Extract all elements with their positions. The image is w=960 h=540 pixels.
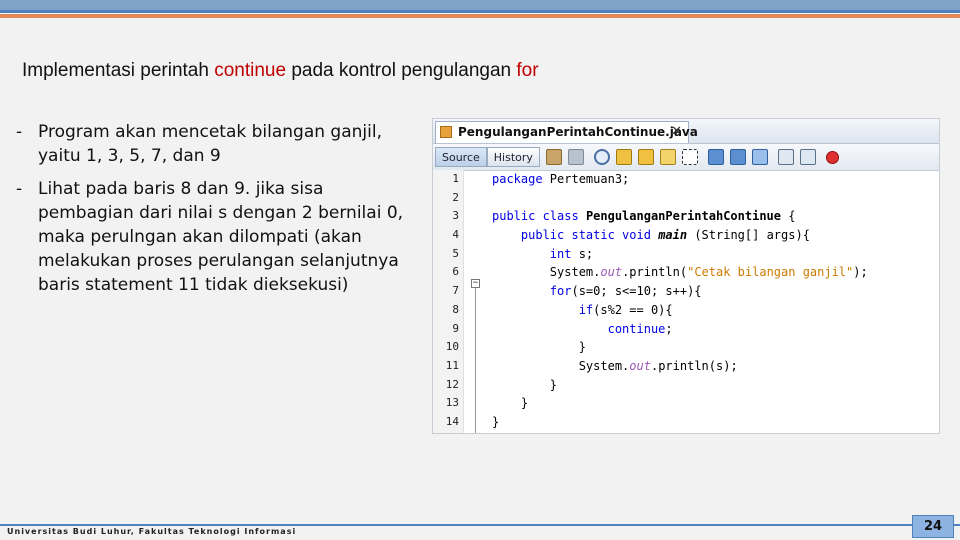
bullet-list: - Program akan mencetak bilangan ganjil,… <box>16 120 424 306</box>
history-tab[interactable]: History <box>486 147 540 167</box>
line-number: 7 <box>452 284 459 298</box>
code-line: 12 } <box>433 376 939 395</box>
title-keyword-for: for <box>516 60 539 81</box>
editor-tab-bar: PengulanganPerintahContinue.java ✕ <box>433 119 939 144</box>
top-blue-line <box>0 10 960 13</box>
line-number: 2 <box>452 190 459 204</box>
toggle-rect-select-icon[interactable] <box>681 149 698 165</box>
code-line: 1 package Pertemuan3; <box>433 170 939 189</box>
title-part-1: Implementasi perintah <box>22 60 215 81</box>
code-line: 4 public static void main (String[] args… <box>433 226 939 245</box>
code-line: 13 } <box>433 394 939 413</box>
toggle-bookmark-icon[interactable] <box>751 149 768 165</box>
code-line: 6 System.out.println("Cetak bilangan gan… <box>433 263 939 282</box>
code-text: } <box>492 396 529 411</box>
code-lines: 1 package Pertemuan3; 2 3 public class Pen… <box>433 170 939 432</box>
line-number: 4 <box>452 228 459 242</box>
title-part-3: pada kontrol pengulangan <box>286 60 517 81</box>
code-line: 2 <box>433 189 939 208</box>
slide-title: Implementasi perintah continue pada kont… <box>22 60 539 82</box>
file-tab-label: PengulanganPerintahContinue.java <box>458 125 698 139</box>
code-text: System.out.println("Cetak bilangan ganji… <box>492 265 868 280</box>
code-text: continue; <box>607 321 673 336</box>
bullet-marker: - <box>16 122 23 142</box>
forward-icon[interactable] <box>567 149 584 165</box>
prev-bookmark-icon[interactable] <box>707 149 724 165</box>
code-line: 10 } <box>433 338 939 357</box>
editor-toolbar: Source History <box>433 144 939 171</box>
code-text: public class PengulanganPerintahContinue… <box>492 209 796 224</box>
code-text: } <box>492 377 558 392</box>
ide-screenshot: PengulanganPerintahContinue.java ✕ Sourc… <box>432 118 940 434</box>
title-keyword-continue: continue <box>214 60 287 81</box>
line-number: 13 <box>445 396 459 410</box>
code-text: System.out.println(s); <box>492 358 738 373</box>
next-occurrence-icon[interactable] <box>637 149 654 165</box>
bullet-text: Lihat pada baris 8 dan 9. jika sisa pemb… <box>38 179 404 295</box>
bullet-item: - Program akan mencetak bilangan ganjil,… <box>16 120 424 168</box>
code-text: public static void main (String[] args){ <box>520 228 810 243</box>
line-number: 1 <box>452 172 459 185</box>
file-tab[interactable]: PengulanganPerintahContinue.java ✕ <box>435 121 698 143</box>
java-file-icon <box>440 126 452 138</box>
line-number: 6 <box>452 265 459 279</box>
toggle-highlight-icon[interactable] <box>659 149 676 165</box>
close-icon[interactable]: ✕ <box>671 122 682 142</box>
bullet-marker: - <box>16 179 23 199</box>
footer-text: Universitas Budi Luhur, Fakultas Teknolo… <box>7 527 297 536</box>
code-line: 8 if(s%2 == 0){ <box>433 301 939 320</box>
line-number: 12 <box>445 377 459 391</box>
code-text: int s; <box>549 246 594 261</box>
code-text: if(s%2 == 0){ <box>578 302 673 317</box>
line-number: 5 <box>452 246 459 260</box>
footer-line <box>0 524 960 526</box>
back-icon[interactable] <box>545 149 562 165</box>
code-editor[interactable]: − 1 package Pertemuan3; 2 3 public class P… <box>433 170 939 433</box>
code-text: package Pertemuan3; <box>492 172 630 186</box>
line-number: 3 <box>452 209 459 223</box>
code-text: for(s=0; s<=10; s++){ <box>549 284 702 299</box>
top-orange-line <box>0 14 960 18</box>
next-bookmark-icon[interactable] <box>729 149 746 165</box>
line-number: 8 <box>452 302 459 316</box>
code-line: 7 for(s=0; s<=10; s++){ <box>433 282 939 301</box>
code-line: 5 int s; <box>433 245 939 264</box>
page-number: 24 <box>912 515 954 538</box>
code-line: 11 System.out.println(s); <box>433 357 939 376</box>
bullet-text: Program akan mencetak bilangan ganjil, y… <box>38 122 382 166</box>
code-line: 14} <box>433 413 939 432</box>
search-icon[interactable] <box>593 149 610 165</box>
line-number: 11 <box>445 358 459 372</box>
code-line: 3 public class PengulanganPerintahContinu… <box>433 207 939 226</box>
line-number: 14 <box>445 414 459 428</box>
shift-right-icon[interactable] <box>799 149 816 165</box>
code-text: } <box>492 340 586 355</box>
code-text: } <box>492 414 500 429</box>
source-tab[interactable]: Source <box>435 147 487 167</box>
code-line: 9 continue; <box>433 320 939 339</box>
start-macro-icon[interactable] <box>825 150 839 164</box>
line-number: 10 <box>445 340 459 354</box>
bullet-item: - Lihat pada baris 8 dan 9. jika sisa pe… <box>16 177 424 297</box>
top-accent-bar <box>0 0 960 10</box>
line-number: 9 <box>452 321 459 335</box>
shift-left-icon[interactable] <box>777 149 794 165</box>
prev-occurrence-icon[interactable] <box>615 149 632 165</box>
